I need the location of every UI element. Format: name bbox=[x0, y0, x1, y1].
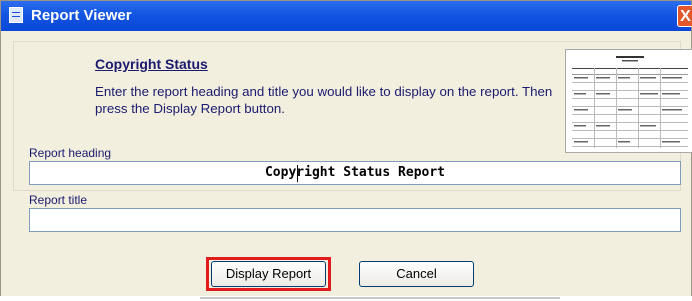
instructions-text: Enter the report heading and title you w… bbox=[95, 84, 553, 116]
close-button[interactable]: X bbox=[677, 5, 692, 27]
bottom-edge-strip bbox=[0, 296, 692, 301]
cancel-button[interactable]: Cancel bbox=[359, 261, 474, 287]
title-bar: Report Viewer X bbox=[1, 1, 692, 31]
report-heading-label: Report heading bbox=[29, 146, 112, 160]
report-heading-field[interactable]: Copyright Status Report bbox=[29, 161, 681, 185]
report-viewer-window: Report Viewer X Copyright Status Enter t… bbox=[0, 0, 692, 298]
report-title-field[interactable] bbox=[29, 208, 681, 232]
report-title-label: Report title bbox=[29, 193, 88, 207]
report-heading-value: Copyright Status Report bbox=[264, 165, 445, 180]
section-heading: Copyright Status bbox=[95, 56, 208, 72]
report-preview-thumbnail bbox=[565, 49, 692, 153]
window-title: Report Viewer bbox=[31, 7, 132, 24]
report-window-icon bbox=[9, 7, 23, 23]
report-preview-icon bbox=[572, 56, 688, 148]
display-report-button[interactable]: Display Report bbox=[211, 261, 326, 287]
